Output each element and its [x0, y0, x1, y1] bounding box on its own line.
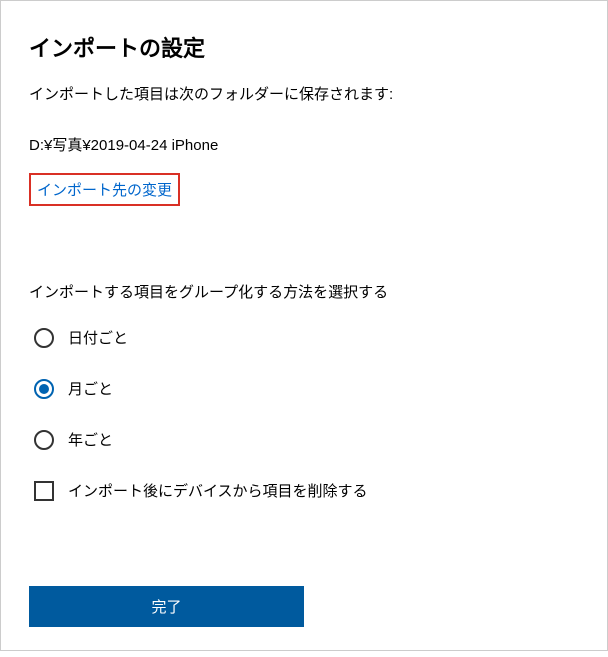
- radio-by-month[interactable]: 月ごと: [34, 378, 579, 399]
- page-title: インポートの設定: [29, 31, 579, 63]
- grouping-section-label: インポートする項目をグループ化する方法を選択する: [29, 281, 579, 302]
- radio-circle-icon: [34, 328, 54, 348]
- radio-by-date[interactable]: 日付ごと: [34, 327, 579, 348]
- delete-after-import-checkbox[interactable]: インポート後にデバイスから項目を削除する: [34, 480, 579, 501]
- import-path: D:¥写真¥2019-04-24 iPhone: [29, 134, 579, 155]
- change-destination-link[interactable]: インポート先の変更: [37, 182, 172, 199]
- grouping-radio-group: 日付ごと 月ごと 年ごと: [34, 327, 579, 450]
- radio-dot-icon: [39, 384, 49, 394]
- import-settings-panel: インポートの設定 インポートした項目は次のフォルダーに保存されます: D:¥写真…: [1, 1, 607, 657]
- radio-by-year[interactable]: 年ごと: [34, 429, 579, 450]
- radio-label-month: 月ごと: [68, 378, 113, 399]
- subtitle-text: インポートした項目は次のフォルダーに保存されます:: [29, 83, 579, 104]
- radio-label-date: 日付ごと: [68, 327, 128, 348]
- checkbox-box-icon: [34, 481, 54, 501]
- radio-circle-icon: [34, 430, 54, 450]
- change-destination-highlight: インポート先の変更: [29, 173, 180, 206]
- checkbox-label-delete: インポート後にデバイスから項目を削除する: [68, 480, 368, 501]
- radio-label-year: 年ごと: [68, 429, 113, 450]
- radio-circle-selected-icon: [34, 379, 54, 399]
- done-button[interactable]: 完了: [29, 586, 304, 627]
